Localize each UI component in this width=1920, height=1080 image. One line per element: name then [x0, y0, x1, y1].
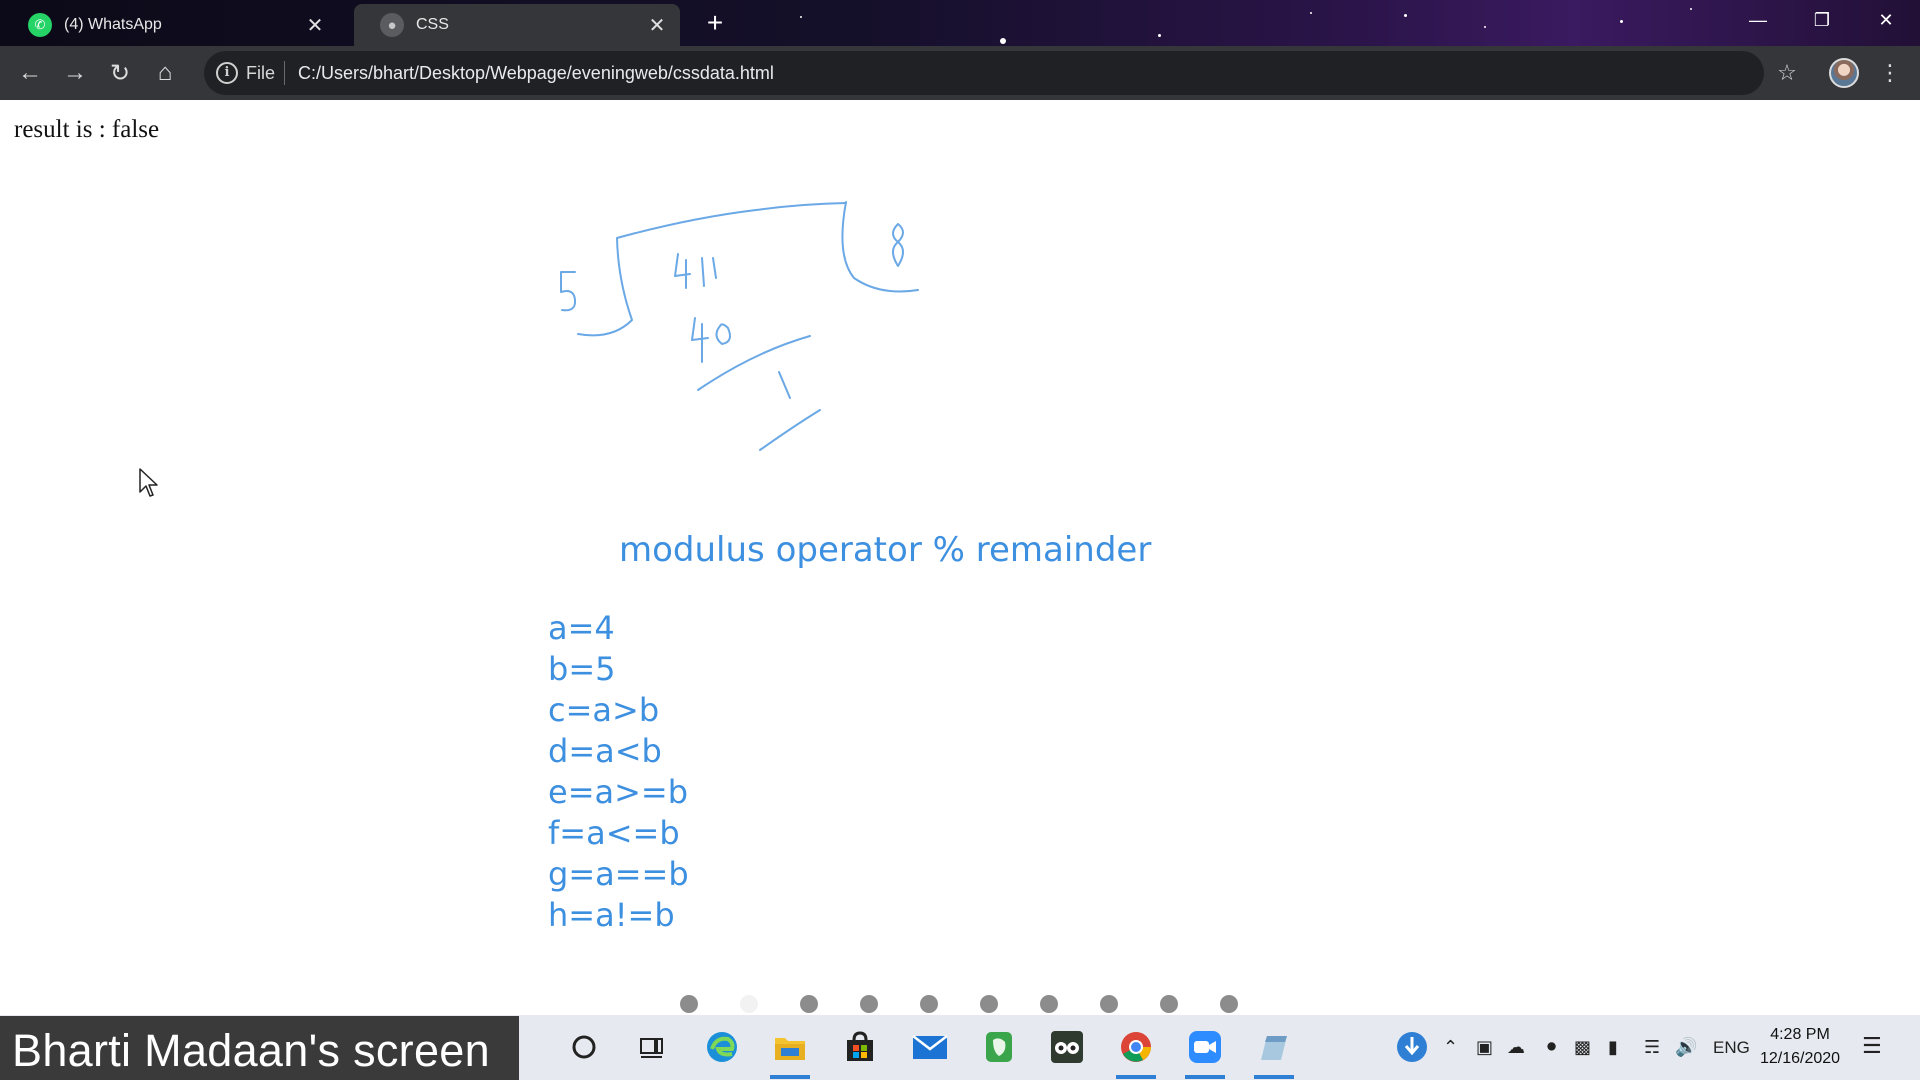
store-icon[interactable]	[840, 1027, 880, 1067]
background-star	[1000, 38, 1006, 44]
ink-underline-2	[759, 409, 821, 451]
download-arrow-icon[interactable]	[1392, 1027, 1432, 1067]
browser-toolbar: ← → ↻ ⌂ i File C:/Users/bhart/Desktop/We…	[0, 46, 1920, 100]
avatar[interactable]	[1829, 58, 1859, 88]
divider	[284, 61, 285, 85]
close-icon[interactable]: ✕	[642, 10, 672, 40]
reload-icon[interactable]: ↻	[102, 55, 138, 91]
background-star	[1158, 34, 1161, 37]
ink-quotient-8	[892, 223, 904, 267]
expression-item: d=a<b	[548, 732, 662, 770]
address-bar[interactable]: i File C:/Users/bhart/Desktop/Webpage/ev…	[204, 51, 1764, 95]
task-view-icon[interactable]	[632, 1027, 672, 1067]
ink-dividend-41	[674, 253, 717, 289]
notifications-icon[interactable]: ☰	[1862, 1033, 1882, 1059]
ink-underline-1	[697, 335, 811, 391]
meet-now-icon[interactable]: ▣	[1476, 1037, 1493, 1058]
file-explorer-icon[interactable]	[770, 1027, 810, 1079]
ink-division-bracket-right	[841, 201, 919, 293]
slide-dot[interactable]	[980, 995, 998, 1013]
screen-share-label: Bharti Madaan's screen	[12, 1025, 490, 1076]
expression-item: a=4	[548, 609, 615, 647]
background-star	[1620, 20, 1623, 23]
wifi-icon[interactable]: ☴	[1644, 1037, 1660, 1058]
chevron-up-icon[interactable]: ⌃	[1443, 1037, 1458, 1058]
globe-icon: ●	[380, 13, 404, 37]
slide-dot-current[interactable]	[740, 995, 758, 1013]
pen-app-icon[interactable]	[1254, 1027, 1294, 1079]
system-clock[interactable]: 4:28 PM 12/16/2020	[1755, 1023, 1845, 1071]
bookmark-star-icon[interactable]: ☆	[1769, 55, 1805, 91]
ink-remainder-1	[778, 371, 791, 399]
slide-dot[interactable]	[860, 995, 878, 1013]
tab-css[interactable]: ● CSS ✕	[354, 4, 680, 46]
handwritten-division	[560, 201, 919, 451]
cortana-circle-icon[interactable]	[564, 1027, 604, 1067]
slide-dot[interactable]	[680, 995, 698, 1013]
tripadvisor-icon[interactable]	[1047, 1027, 1087, 1067]
expression-item: g=a==b	[548, 855, 689, 893]
ink-product-40	[691, 317, 731, 363]
display-icon[interactable]: ▩	[1574, 1037, 1591, 1058]
screen-share-banner: Bharti Madaan's screen	[0, 1016, 519, 1080]
clock-time: 4:28 PM	[1770, 1026, 1830, 1043]
window-close-icon[interactable]: ✕	[1854, 0, 1918, 40]
battery-icon[interactable]: ▮	[1608, 1037, 1618, 1058]
slide-dot[interactable]	[1160, 995, 1178, 1013]
slide-dot[interactable]	[1100, 995, 1118, 1013]
back-arrow-icon[interactable]: ←	[12, 55, 48, 91]
expression-item: b=5	[548, 650, 616, 688]
home-icon[interactable]: ⌂	[147, 55, 183, 91]
background-star	[1484, 26, 1486, 28]
chrome-icon[interactable]	[1116, 1027, 1156, 1079]
kebab-menu-icon[interactable]: ⋮	[1872, 55, 1908, 91]
ink-divisor-5	[560, 271, 577, 312]
slide-dot[interactable]	[1220, 995, 1238, 1013]
clock-date: 12/16/2020	[1759, 1050, 1841, 1067]
language-indicator[interactable]: ENG	[1713, 1038, 1750, 1058]
tab-title: CSS	[416, 16, 449, 33]
url-text[interactable]: C:/Users/bhart/Desktop/Webpage/eveningwe…	[298, 63, 774, 84]
whiteboard-heading: modulus operator % remainder	[619, 530, 1152, 570]
background-star	[1310, 12, 1312, 14]
tab-title: (4) WhatsApp	[64, 16, 162, 33]
web-page: result is : false modulus operator % rem…	[0, 100, 1920, 1015]
edge-icon[interactable]	[702, 1027, 742, 1067]
mail-icon[interactable]	[910, 1027, 950, 1067]
new-tab-plus-icon[interactable]: +	[700, 9, 730, 39]
expression-item: f=a<=b	[548, 814, 680, 852]
slide-dot[interactable]	[1040, 995, 1058, 1013]
minimize-icon[interactable]: —	[1726, 0, 1790, 40]
expression-item: h=a!=b	[548, 896, 675, 934]
expression-item: e=a>=b	[548, 773, 689, 811]
background-star	[1404, 14, 1407, 17]
background-star	[1690, 8, 1692, 10]
mouse-pointer-icon	[139, 468, 158, 497]
close-icon[interactable]: ✕	[300, 10, 330, 40]
zoom-icon[interactable]	[1185, 1027, 1225, 1079]
browser-titlebar: ✆ (4) WhatsApp ✕ ● CSS ✕ + — ❐ ✕	[0, 0, 1920, 46]
evernote-icon[interactable]	[979, 1027, 1019, 1067]
info-icon[interactable]: i	[216, 62, 238, 84]
expression-list: a=4 b=5 c=a>b d=a<b e=a>=b f=a<=b g=a==b…	[548, 608, 689, 936]
volume-icon[interactable]: 🔊	[1675, 1037, 1697, 1058]
scheme-label: File	[246, 63, 276, 83]
onedrive-cloud-icon[interactable]: ☁	[1507, 1037, 1525, 1058]
whatsapp-icon: ✆	[28, 13, 52, 37]
slide-dot[interactable]	[920, 995, 938, 1013]
forward-arrow-icon[interactable]: →	[57, 55, 93, 91]
screen: ✆ (4) WhatsApp ✕ ● CSS ✕ + — ❐ ✕ ← → ↻ ⌂…	[0, 0, 1920, 1080]
restore-icon[interactable]: ❐	[1790, 0, 1854, 40]
slide-dot[interactable]	[800, 995, 818, 1013]
expression-item: c=a>b	[548, 691, 660, 729]
background-star	[800, 16, 802, 18]
microphone-icon[interactable]: ⚫	[1544, 1037, 1559, 1058]
tab-whatsapp[interactable]: ✆ (4) WhatsApp ✕	[2, 4, 338, 46]
ink-division-bracket	[577, 202, 847, 337]
